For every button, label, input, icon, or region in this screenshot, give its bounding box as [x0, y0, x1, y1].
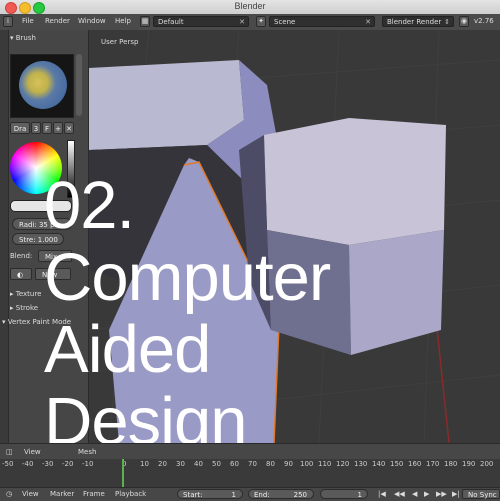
scene-dropdown[interactable]: Scene ✕	[269, 16, 375, 27]
play-reverse-button[interactable]: ◀	[412, 490, 417, 498]
timeline-editor[interactable]: -50 -40 -30 -20 -10 0 10 20 30 40 50 60 …	[0, 459, 500, 487]
info-header: i File Render Window Help ▦ Default ✕ ✦ S…	[0, 14, 500, 31]
tool-shelf-tabs[interactable]	[0, 30, 9, 443]
brush-remove-button[interactable]: ✕	[64, 122, 74, 134]
stroke-panel-header[interactable]: ▸ Stroke	[10, 304, 38, 312]
end-frame-field[interactable]: End: 250	[248, 489, 314, 499]
brush-users-count[interactable]: 3	[31, 122, 41, 134]
overlay-line-computer: Computer	[44, 240, 331, 315]
screen-layout-icon[interactable]: ▦	[140, 16, 150, 27]
ruler-tick: -10	[82, 460, 94, 468]
menu-window[interactable]: Window	[78, 17, 106, 25]
ruler-tick: 180	[444, 460, 458, 468]
blender-logo-icon[interactable]: ◉	[459, 16, 469, 27]
ruler-tick: 130	[354, 460, 368, 468]
ruler-tick: -30	[42, 460, 54, 468]
menu-file[interactable]: File	[22, 17, 34, 25]
menu-render[interactable]: Render	[45, 17, 70, 25]
ruler-tick: 140	[372, 460, 386, 468]
viewport-menu-view[interactable]: View	[24, 448, 41, 456]
menu-help[interactable]: Help	[115, 17, 131, 25]
frame-ruler[interactable]: -50 -40 -30 -20 -10 0 10 20 30 40 50 60 …	[0, 459, 500, 469]
ruler-tick: 50	[212, 460, 221, 468]
viewport-editor-icon[interactable]: ◫	[6, 448, 13, 456]
brush-add-button[interactable]: +	[53, 122, 63, 134]
ruler-tick: 30	[176, 460, 185, 468]
brush-preview-scrollbar[interactable]	[76, 54, 82, 116]
brush-name-field[interactable]: Dra	[10, 122, 30, 134]
ruler-tick: 80	[266, 460, 275, 468]
ruler-tick: -50	[2, 460, 14, 468]
overlay-title: 02. Computer Aided Design	[44, 168, 331, 458]
brush-fake-user-button[interactable]: F	[42, 122, 52, 134]
window-titlebar: Blender	[0, 0, 500, 15]
timeline-menu-playback[interactable]: Playback	[115, 490, 146, 498]
ruler-tick: 90	[284, 460, 293, 468]
palette-icon[interactable]: ◐	[10, 268, 32, 280]
prev-keyframe-button[interactable]: ◀◀	[394, 490, 405, 498]
ruler-tick: 150	[390, 460, 404, 468]
ruler-tick: -20	[62, 460, 74, 468]
screen-layout-dropdown[interactable]: Default ✕	[153, 16, 249, 27]
ruler-tick: 60	[230, 460, 239, 468]
current-frame-playhead[interactable]	[122, 459, 124, 487]
brush-preview[interactable]	[10, 54, 74, 118]
ruler-tick: 170	[426, 460, 440, 468]
jump-end-button[interactable]: ▶|	[452, 490, 460, 498]
timeline-header: ◷ View Marker Frame Playback Start: 1 En…	[0, 487, 500, 501]
ruler-tick: 160	[408, 460, 422, 468]
sync-mode-dropdown[interactable]: No Sync	[462, 489, 500, 499]
ruler-tick: 120	[336, 460, 350, 468]
render-engine-dropdown[interactable]: Blender Render ⇕	[382, 16, 454, 27]
timeline-editor-icon[interactable]: ◷	[6, 490, 12, 498]
start-frame-field[interactable]: Start: 1	[177, 489, 243, 499]
ruler-tick: 70	[248, 460, 257, 468]
play-button[interactable]: ▶	[424, 490, 429, 498]
ruler-tick: 20	[158, 460, 167, 468]
ruler-tick: 110	[318, 460, 332, 468]
blend-label: Blend:	[10, 252, 33, 260]
ruler-tick: 100	[300, 460, 314, 468]
viewport-menu-mesh[interactable]: Mesh	[78, 448, 96, 456]
timeline-menu-view[interactable]: View	[22, 490, 39, 498]
timeline-menu-marker[interactable]: Marker	[50, 490, 74, 498]
version-label: v2.76	[474, 17, 494, 25]
texture-panel-header[interactable]: ▸ Texture	[10, 290, 41, 298]
scene-icon[interactable]: ✦	[256, 16, 266, 27]
ruler-tick: 10	[140, 460, 149, 468]
ruler-tick: 40	[194, 460, 203, 468]
ruler-tick: 200	[480, 460, 494, 468]
current-frame-field[interactable]: 1	[320, 489, 368, 499]
ruler-tick: -40	[22, 460, 34, 468]
overlay-line-number: 02.	[44, 168, 135, 243]
ruler-tick: 190	[462, 460, 476, 468]
cube-right-face	[349, 230, 444, 355]
overlay-line-aided: Aided	[44, 312, 211, 387]
viewport-header: ◫ View Mesh	[0, 443, 500, 460]
jump-start-button[interactable]: |◀	[378, 490, 386, 498]
next-keyframe-button[interactable]: ▶▶	[436, 490, 447, 498]
editor-type-button[interactable]: i	[3, 16, 13, 27]
timeline-menu-frame[interactable]: Frame	[83, 490, 105, 498]
viewport-label: User Persp	[101, 38, 139, 46]
window-title: Blender	[234, 1, 266, 11]
brush-panel-header[interactable]: ▾ Brush	[10, 34, 36, 42]
